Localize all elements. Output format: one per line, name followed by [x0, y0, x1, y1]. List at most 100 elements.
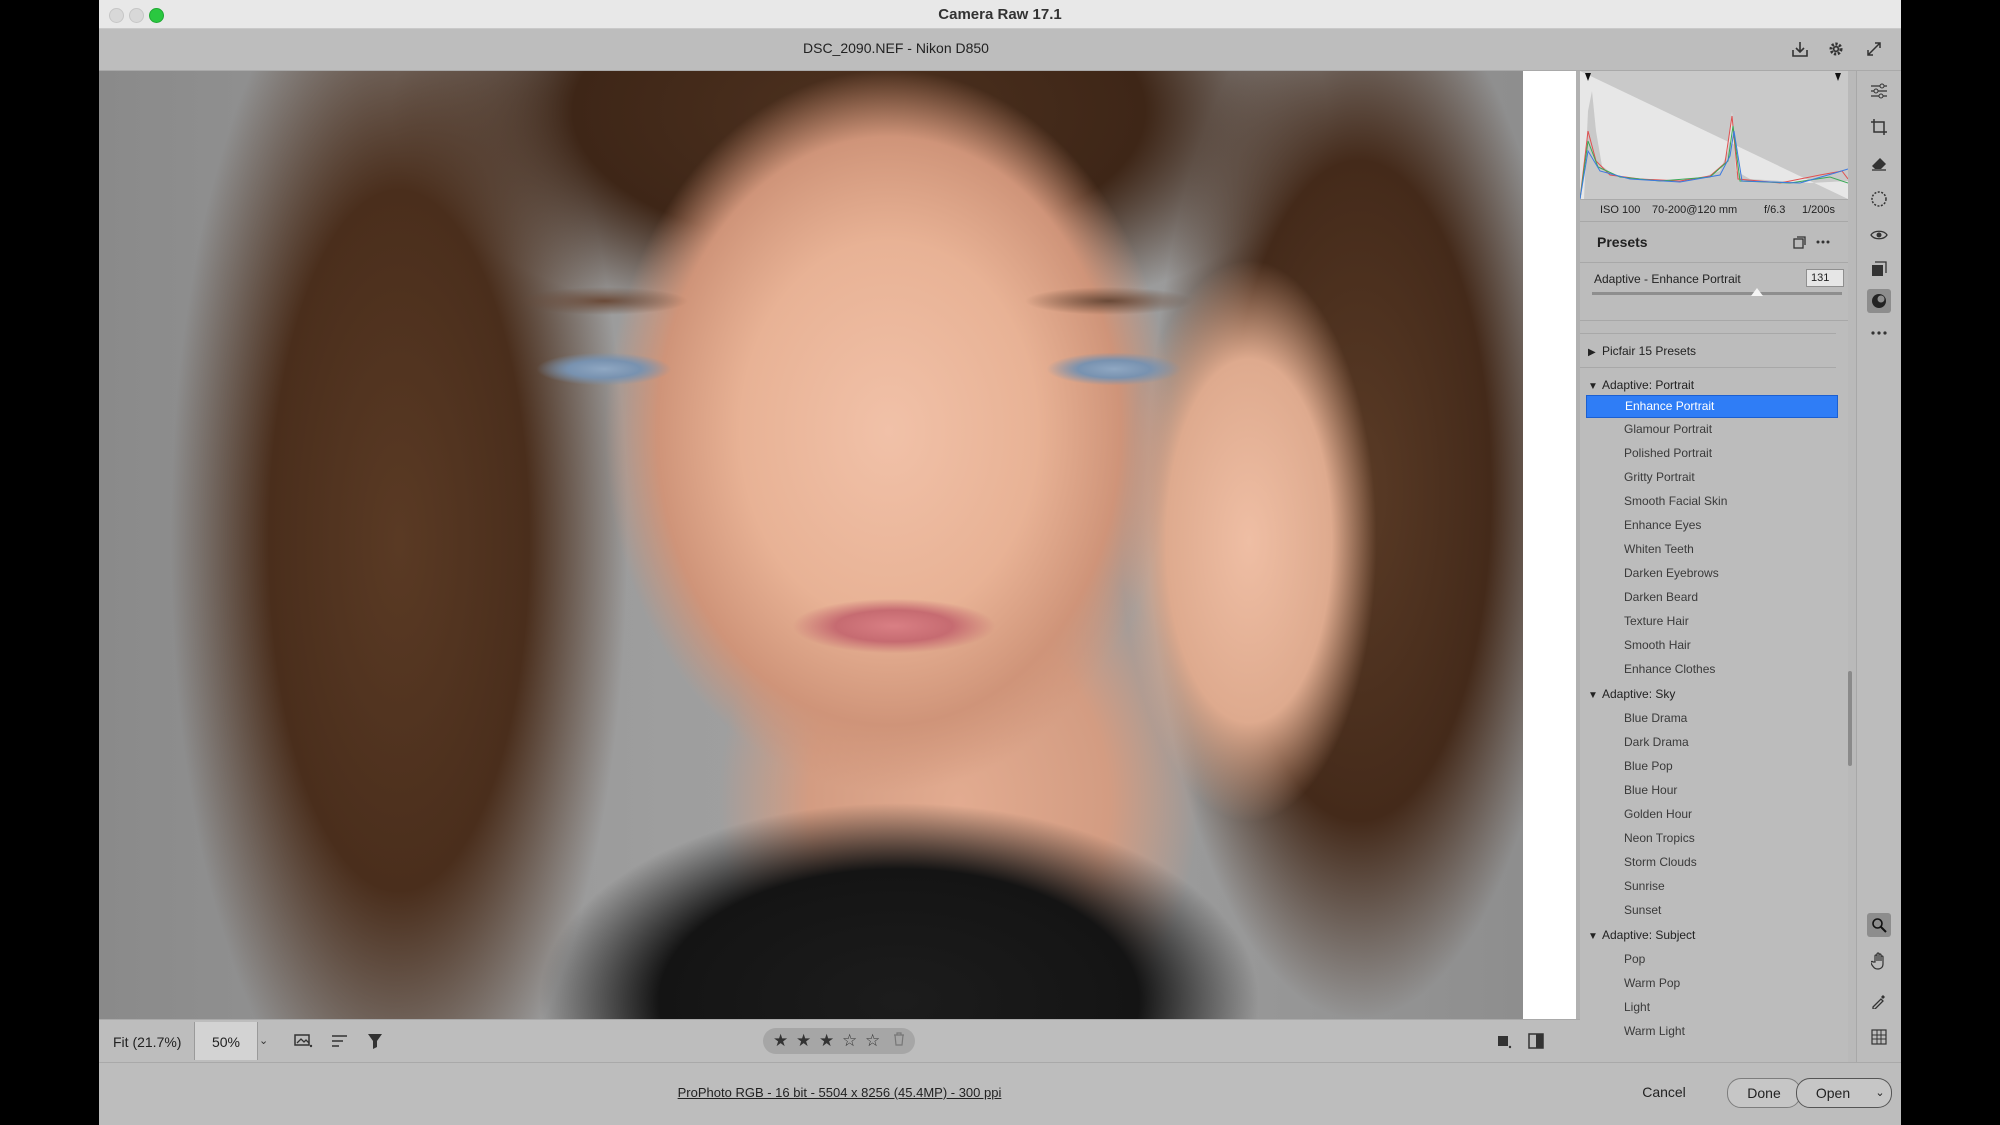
- preset-item[interactable]: Texture Hair: [1624, 614, 1689, 628]
- open-button[interactable]: Open: [1796, 1078, 1870, 1108]
- zoom-value: 50%: [211, 1034, 241, 1050]
- preset-item[interactable]: Polished Portrait: [1624, 446, 1712, 460]
- preset-item[interactable]: Glamour Portrait: [1624, 422, 1712, 436]
- redeye-icon[interactable]: [1867, 223, 1891, 247]
- filmstrip-icon[interactable]: [293, 1030, 315, 1052]
- masking-icon[interactable]: [1867, 187, 1891, 211]
- expand-triangle-icon: ▶: [1588, 347, 1596, 358]
- divider: [1580, 367, 1836, 368]
- image-canvas[interactable]: [99, 71, 1523, 1019]
- group-picfair-presets[interactable]: ▶ Picfair 15 Presets: [1588, 344, 1696, 358]
- star-empty-icon[interactable]: ☆: [842, 1031, 857, 1051]
- title-bar: Camera Raw 17.1: [99, 0, 1901, 29]
- canvas-border: [1523, 71, 1576, 1019]
- preset-item[interactable]: Dark Drama: [1624, 735, 1689, 749]
- histogram-graph: [1579, 71, 1849, 200]
- zoom-dropdown-chevron-icon[interactable]: ⌄: [259, 1034, 268, 1047]
- file-name: DSC_2090.NEF - Nikon D850: [803, 40, 989, 56]
- crop-icon[interactable]: [1867, 115, 1891, 139]
- trash-icon[interactable]: [893, 1032, 905, 1046]
- preset-item[interactable]: Storm Clouds: [1624, 855, 1697, 869]
- group-label: Adaptive: Subject: [1602, 928, 1696, 942]
- preset-item-selected[interactable]: Enhance Portrait: [1586, 395, 1838, 418]
- hand-icon[interactable]: [1867, 949, 1891, 973]
- star-rating[interactable]: ★ ★ ★ ☆ ☆: [763, 1028, 915, 1054]
- more-icon[interactable]: [1867, 321, 1891, 345]
- preset-item[interactable]: Darken Eyebrows: [1624, 566, 1719, 580]
- grid-icon[interactable]: [1867, 1025, 1891, 1049]
- window-title: Camera Raw 17.1: [938, 6, 1062, 23]
- presets-header: Presets: [1580, 221, 1848, 263]
- save-icon[interactable]: [1789, 38, 1811, 60]
- preset-item[interactable]: Darken Beard: [1624, 590, 1698, 604]
- exif-aperture: f/6.3: [1764, 204, 1786, 216]
- collapse-triangle-icon: ▼: [1588, 690, 1598, 701]
- preset-item[interactable]: Blue Hour: [1624, 783, 1677, 797]
- preset-item[interactable]: Pop: [1624, 952, 1645, 966]
- zoom-level-field[interactable]: 50%: [194, 1022, 258, 1060]
- new-preset-icon[interactable]: [1792, 236, 1806, 250]
- remove-eraser-icon[interactable]: [1867, 151, 1891, 175]
- preset-item[interactable]: Blue Pop: [1624, 759, 1673, 773]
- cancel-button[interactable]: Cancel: [1629, 1078, 1699, 1106]
- group-label: Adaptive: Sky: [1602, 687, 1676, 701]
- presets-icon[interactable]: [1867, 289, 1891, 313]
- group-label: Picfair 15 Presets: [1602, 344, 1697, 358]
- sort-icon[interactable]: [329, 1030, 351, 1052]
- preset-item[interactable]: Neon Tropics: [1624, 831, 1695, 845]
- group-label: Adaptive: Portrait: [1602, 378, 1695, 392]
- star-icon[interactable]: ★: [773, 1031, 788, 1051]
- footer-bar: ProPhoto RGB - 16 bit - 5504 x 8256 (45.…: [99, 1062, 1901, 1125]
- preset-scrollbar[interactable]: [1848, 71, 1852, 1062]
- file-bar: DSC_2090.NEF - Nikon D850: [99, 29, 1901, 71]
- presets-more-icon[interactable]: [1816, 240, 1830, 244]
- exif-lens: 70-200@120 mm: [1652, 204, 1738, 216]
- preset-item-label: Enhance Portrait: [1625, 399, 1715, 413]
- filter-icon[interactable]: [365, 1030, 387, 1052]
- preset-item[interactable]: Blue Drama: [1624, 711, 1687, 725]
- collapse-triangle-icon: ▼: [1588, 381, 1598, 392]
- group-adaptive-portrait[interactable]: ▼ Adaptive: Portrait: [1588, 378, 1694, 392]
- right-panel: ISO 100 70-200@120 mm f/6.3 1/200s Prese…: [1579, 71, 1849, 1063]
- group-adaptive-subject[interactable]: ▼ Adaptive: Subject: [1588, 928, 1695, 942]
- compare-view-icon[interactable]: [1525, 1030, 1547, 1052]
- preset-item[interactable]: Gritty Portrait: [1624, 470, 1695, 484]
- open-dropdown-chevron-icon[interactable]: ⌄: [1869, 1078, 1892, 1108]
- preset-item[interactable]: Warm Light: [1624, 1024, 1685, 1038]
- done-button[interactable]: Done: [1727, 1078, 1801, 1108]
- fit-zoom-label[interactable]: Fit (21.7%): [113, 1034, 181, 1050]
- preset-item[interactable]: Golden Hour: [1624, 807, 1692, 821]
- preset-item[interactable]: Smooth Hair: [1624, 638, 1691, 652]
- edit-sliders-icon[interactable]: [1867, 79, 1891, 103]
- camera-raw-window: Camera Raw 17.1 DSC_2090.NEF - Nikon D85…: [99, 0, 1901, 1125]
- amount-field[interactable]: 131: [1806, 269, 1844, 287]
- preset-item[interactable]: Warm Pop: [1624, 976, 1680, 990]
- preset-list: ▶ Picfair 15 Presets ▼ Adaptive: Portrait …: [1580, 333, 1838, 1063]
- gear-icon[interactable]: [1825, 38, 1847, 60]
- preset-item[interactable]: Sunrise: [1624, 879, 1665, 893]
- amount-slider-thumb[interactable]: [1751, 288, 1763, 296]
- group-adaptive-sky[interactable]: ▼ Adaptive: Sky: [1588, 687, 1675, 701]
- preset-item[interactable]: Light: [1624, 1000, 1650, 1014]
- workflow-options-link[interactable]: ProPhoto RGB - 16 bit - 5504 x 8256 (45.…: [99, 1085, 1580, 1100]
- color-sampler-icon[interactable]: [1867, 989, 1891, 1013]
- star-icon[interactable]: ★: [796, 1031, 811, 1051]
- before-after-square-icon[interactable]: [1493, 1030, 1515, 1052]
- amount-slider-track[interactable]: [1592, 292, 1842, 295]
- preset-item[interactable]: Whiten Teeth: [1624, 542, 1694, 556]
- exif-shutter: 1/200s: [1802, 204, 1836, 216]
- star-empty-icon[interactable]: ☆: [865, 1031, 880, 1051]
- snapshots-icon[interactable]: [1867, 257, 1891, 281]
- zoom-icon[interactable]: [1867, 913, 1891, 937]
- preset-item[interactable]: Enhance Eyes: [1624, 518, 1701, 532]
- bottom-toolbar: Fit (21.7%) 50% ⌄ ★ ★ ★ ☆ ☆: [99, 1019, 1580, 1062]
- preset-amount: Adaptive - Enhance Portrait 131: [1580, 262, 1848, 321]
- preset-item[interactable]: Smooth Facial Skin: [1624, 494, 1727, 508]
- preset-item[interactable]: Enhance Clothes: [1624, 662, 1715, 676]
- histogram: [1579, 71, 1849, 200]
- fullscreen-icon[interactable]: [1863, 38, 1885, 60]
- scrollbar-thumb[interactable]: [1848, 671, 1852, 766]
- exif-iso: ISO 100: [1600, 204, 1641, 216]
- preset-item[interactable]: Sunset: [1624, 903, 1661, 917]
- star-icon[interactable]: ★: [819, 1031, 834, 1051]
